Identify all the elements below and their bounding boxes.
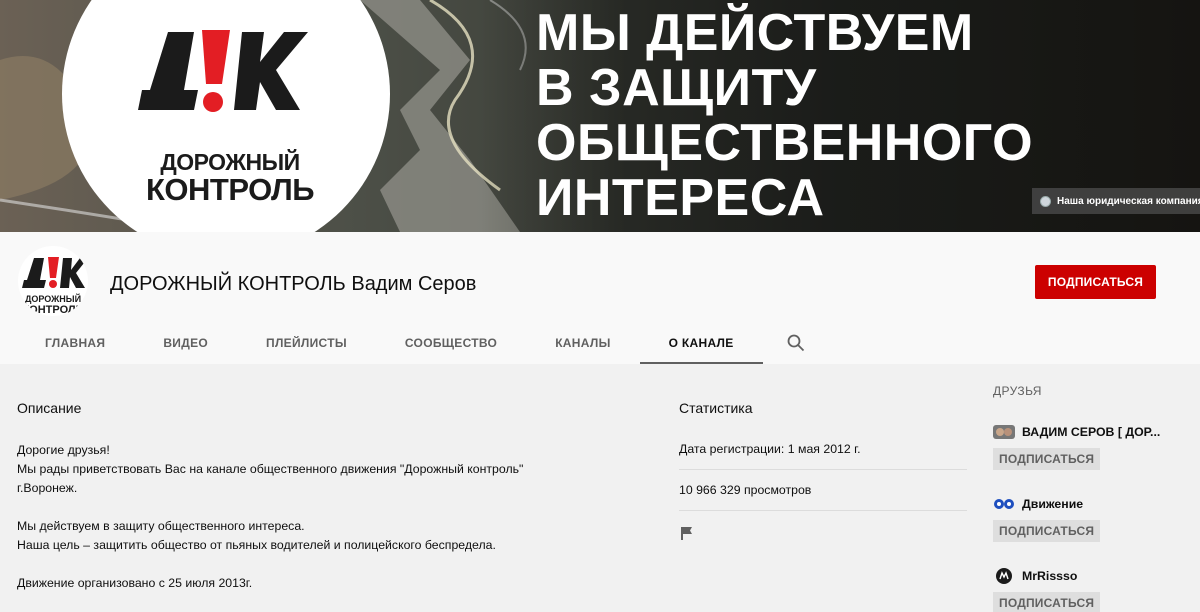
description-line: Дорогие друзья! [17,443,110,457]
road-control-logo-icon [138,30,308,112]
search-icon [787,334,804,352]
flag-icon [681,527,692,540]
description-line [17,555,637,574]
friends-title: ДРУЗЬЯ [993,384,1042,398]
stats-title: Статистика [679,400,753,416]
banner-slogan: МЫ ДЕЙСТВУЕМ В ЗАЩИТУ ОБЩЕСТВЕННОГО ИНТЕ… [536,6,1096,226]
friend-avatar-icon [993,425,1015,439]
banner-logo-line1: ДОРОЖНЫЙ [160,149,300,175]
friend-avatar-icon [994,499,1014,509]
channel-title: ДОРОЖНЫЙ КОНТРОЛЬ Вадим Серов [110,273,477,295]
banner-slogan-line: МЫ ДЕЙСТВУЕМ [536,4,974,62]
friend-link[interactable]: Движение [993,496,1193,512]
friend-name: Движение [1022,497,1084,511]
friend-name: ВАДИМ СЕРОВ [ ДОР... [1022,425,1161,439]
description-body: Дорогие друзья! Мы рады приветствовать В… [17,441,637,593]
banner-slogan-line: ОБЩЕСТВЕННОГО [536,114,1034,172]
friend-subscribe-button[interactable]: ПОДПИСАТЬСЯ [993,448,1101,470]
channel-header: ДОРОЖНЫЙ КОНТРОЛЬ ДОРОЖНЫЙ КОНТРОЛЬ Вади… [0,232,1200,364]
description-title: Описание [17,400,82,416]
friend-subscribe-button[interactable]: ПОДПИСАТЬСЯ [993,520,1101,542]
description-line: Наша цель – защитить общество от пьяных … [17,538,496,552]
tab-community[interactable]: СООБЩЕСТВО [376,322,526,364]
channel-avatar-logo-icon: ДОРОЖНЫЙ КОНТРОЛЬ [22,257,88,316]
friend-link[interactable]: MrRissso [993,568,1193,584]
banner-slogan-line: В ЗАЩИТУ [536,59,817,117]
report-flag-button[interactable] [679,525,967,546]
stat-views: 10 966 329 просмотров [679,470,967,511]
channel-page: ДОРОЖНЫЙ КОНТРОЛЬ МЫ ДЕЙСТВУЕМ В ЗАЩИТУ … [0,0,1200,612]
banner-link-label: Наша юридическая компания [1057,195,1200,207]
tab-videos[interactable]: ВИДЕО [134,322,237,364]
banner-logo-text: ДОРОЖНЫЙ КОНТРОЛЬ [110,150,350,207]
avatar-logo-line1: ДОРОЖНЫЙ [25,293,81,304]
avatar-logo-line2: КОНТРОЛЬ [22,304,83,316]
channel-avatar[interactable]: ДОРОЖНЫЙ КОНТРОЛЬ [18,246,88,316]
subscribe-button[interactable]: ПОДПИСАТЬСЯ [1035,265,1156,299]
description-line: Движение организовано с 25 июля 2013г. [17,576,253,590]
tab-home[interactable]: ГЛАВНАЯ [16,322,134,364]
channel-tabs: ГЛАВНАЯ ВИДЕО ПЛЕЙЛИСТЫ СООБЩЕСТВО КАНАЛ… [16,322,829,364]
description-section: Описание Дорогие друзья! Мы рады приветс… [17,400,637,593]
description-line: Мы действуем в защиту общественного инте… [17,519,305,533]
description-line: Мы рады приветствовать Вас на канале общ… [17,462,524,476]
banner-link-law-company[interactable]: Наша юридическая компания [1032,188,1200,214]
stat-registered: Дата регистрации: 1 мая 2012 г. [679,429,967,470]
friend-link[interactable]: ВАДИМ СЕРОВ [ ДОР... [993,424,1193,440]
banner-logo-line2: КОНТРОЛЬ [146,172,315,208]
description-line [17,498,637,517]
friend-avatar-icon [996,568,1012,584]
tab-channels[interactable]: КАНАЛЫ [526,322,639,364]
channel-banner: ДОРОЖНЫЙ КОНТРОЛЬ МЫ ДЕЙСТВУЕМ В ЗАЩИТУ … [0,0,1200,232]
friend-subscribe-button[interactable]: ПОДПИСАТЬСЯ [993,592,1101,612]
globe-icon [1040,195,1051,207]
stats-section: Статистика Дата регистрации: 1 мая 2012 … [679,400,967,546]
friends-section: ДРУЗЬЯ ВАДИМ СЕРОВ [ ДОР... ПОДПИСАТЬСЯ [993,384,1193,612]
about-content: Описание Дорогие друзья! Мы рады приветс… [0,364,1200,612]
tab-about[interactable]: О КАНАЛЕ [639,322,763,364]
friend-item: Движение ПОДПИСАТЬСЯ [993,496,1193,542]
friend-item: ВАДИМ СЕРОВ [ ДОР... ПОДПИСАТЬСЯ [993,424,1193,470]
tab-playlists[interactable]: ПЛЕЙЛИСТЫ [237,322,376,364]
friend-name: MrRissso [1022,569,1078,583]
channel-search-button[interactable] [763,322,829,364]
friend-item: MrRissso ПОДПИСАТЬСЯ [993,568,1193,612]
description-line: г.Воронеж. [17,481,78,495]
banner-slogan-line: ИНТЕРЕСА [536,169,825,227]
